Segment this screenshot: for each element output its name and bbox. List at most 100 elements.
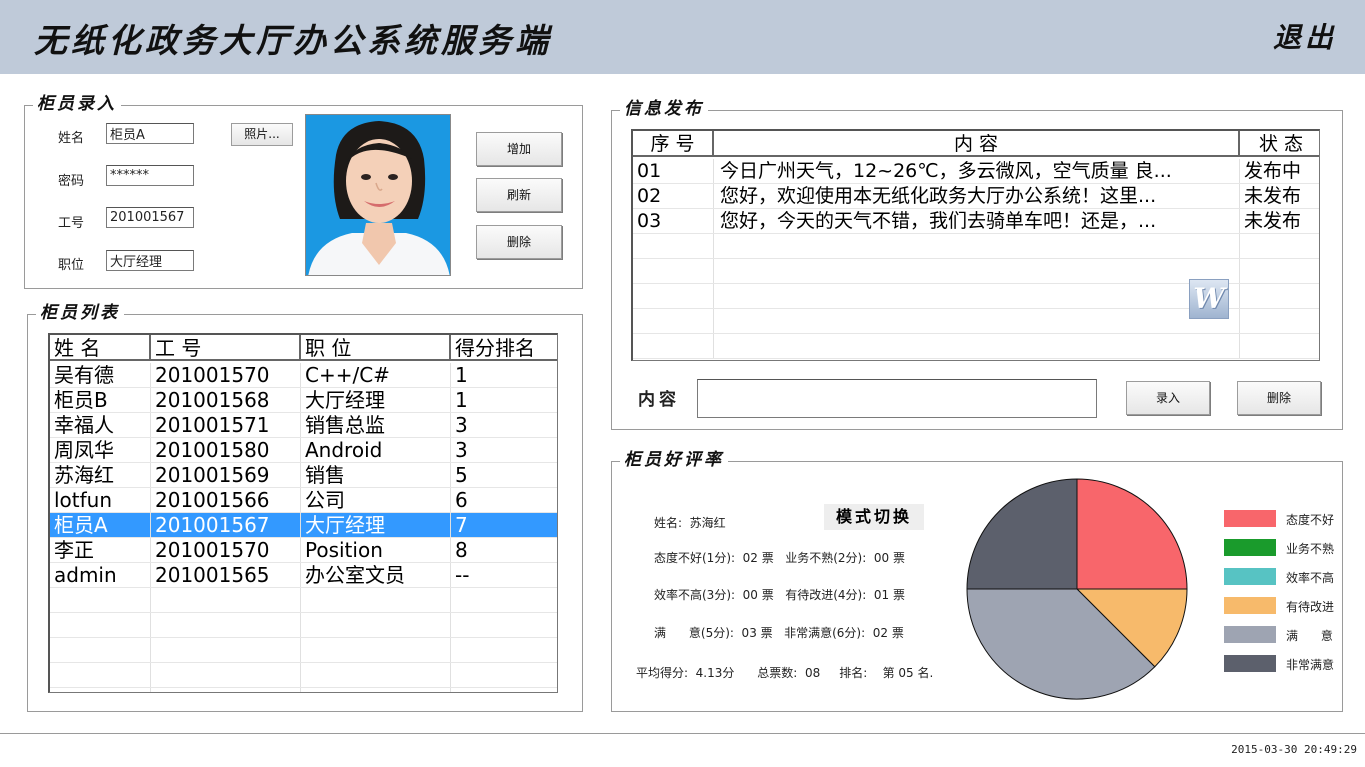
cell-name <box>50 638 151 662</box>
legend-item: 有待改进 <box>1224 597 1354 617</box>
cell-status: 未发布 <box>1240 209 1319 233</box>
refresh-button[interactable]: 刷新 <box>476 178 562 212</box>
cell-name: admin <box>50 563 151 587</box>
legend-swatch <box>1224 568 1276 585</box>
cell-status <box>1240 234 1319 258</box>
staff-entry-title: 柜员录入 <box>33 93 121 115</box>
cell-name: 幸福人 <box>50 413 151 437</box>
employee-id-field[interactable] <box>106 207 194 228</box>
cell-serial <box>633 259 714 283</box>
cell-employee-id <box>151 588 301 612</box>
cell-content <box>714 309 1240 333</box>
position-field[interactable] <box>106 250 194 271</box>
record-button[interactable]: 录入 <box>1126 381 1210 415</box>
cell-employee-id <box>151 613 301 637</box>
cell-employee-id: 201001570 <box>151 363 301 387</box>
cell-position: 大厅经理 <box>301 388 451 412</box>
column-header-employee-id[interactable]: 工 号 <box>151 335 301 359</box>
cell-content <box>714 334 1240 358</box>
table-row[interactable]: 02 您好，欢迎使用本无纸化政务大厅办公系统！这里... 未发布 <box>633 184 1319 209</box>
password-label: 密码 <box>58 174 85 189</box>
rating-line-3: 满 意(5分): 03 票 非常满意(6分): 02 票 <box>654 626 904 640</box>
delete-info-button[interactable]: 删除 <box>1237 381 1321 415</box>
table-row[interactable]: 03 您好，今天的天气不错，我们去骑单车吧！还是，... 未发布 <box>633 209 1319 234</box>
cell-name: 柜员B <box>50 388 151 412</box>
rating-pie-chart <box>966 478 1188 700</box>
legend-label: 业务不熟 <box>1286 542 1335 556</box>
cell-name: lotfun <box>50 488 151 512</box>
cell-serial: 01 <box>633 159 714 183</box>
word-document-icon[interactable]: W <box>1189 279 1229 319</box>
legend-label: 非常满意 <box>1286 658 1335 672</box>
staff-table-header: 姓 名 工 号 职 位 得分排名 <box>50 335 557 361</box>
table-row[interactable]: 苏海红 201001569 销售 5 <box>50 463 557 488</box>
table-row[interactable]: 李正 201001570 Position 8 <box>50 538 557 563</box>
cell-employee-id <box>151 663 301 687</box>
rating-title: 柜员好评率 <box>620 449 728 471</box>
table-row[interactable] <box>50 613 557 638</box>
table-row[interactable] <box>633 334 1319 359</box>
table-row[interactable]: 周凤华 201001580 Android 3 <box>50 438 557 463</box>
content-input[interactable] <box>697 379 1097 418</box>
legend-label: 满 意 <box>1286 629 1333 643</box>
legend-label: 有待改进 <box>1286 600 1335 614</box>
add-button[interactable]: 增加 <box>476 132 562 166</box>
content-label: 内容 <box>638 390 680 410</box>
table-row[interactable]: 01 今日广州天气，12~26℃，多云微风，空气质量 良... 发布中 <box>633 159 1319 184</box>
table-row[interactable] <box>50 638 557 663</box>
column-header-status[interactable]: 状 态 <box>1240 131 1319 155</box>
staff-table[interactable]: 姓 名 工 号 职 位 得分排名 吴有德 201001570 C++/C# 1 柜员B 2… <box>48 333 558 693</box>
legend-swatch <box>1224 626 1276 643</box>
delete-staff-button[interactable]: 删除 <box>476 225 562 259</box>
exit-button[interactable]: 退出 <box>1273 16 1337 56</box>
cell-employee-id: 201001565 <box>151 563 301 587</box>
cell-rank <box>451 638 557 662</box>
cell-rank: 5 <box>451 463 557 487</box>
column-header-serial[interactable]: 序 号 <box>633 131 714 155</box>
table-row[interactable] <box>50 663 557 688</box>
cell-employee-id: 201001580 <box>151 438 301 462</box>
cell-rank: 3 <box>451 438 557 462</box>
pie-slice <box>966 478 1078 590</box>
cell-position <box>301 613 451 637</box>
info-table-header: 序 号 内 容 状 态 <box>633 131 1319 157</box>
table-row[interactable]: 吴有德 201001570 C++/C# 1 <box>50 363 557 388</box>
column-header-name[interactable]: 姓 名 <box>50 335 151 359</box>
cell-position: 销售 <box>301 463 451 487</box>
table-row[interactable]: 柜员A 201001567 大厅经理 7 <box>50 513 557 538</box>
cell-position: Android <box>301 438 451 462</box>
table-row[interactable] <box>50 688 557 692</box>
mode-switch-button[interactable]: 模式切换 <box>824 504 924 530</box>
cell-status: 未发布 <box>1240 184 1319 208</box>
info-table[interactable]: 序 号 内 容 状 态 01 今日广州天气，12~26℃，多云微风，空气质量 良.… <box>631 129 1320 361</box>
cell-content <box>714 284 1240 308</box>
cell-rank: 7 <box>451 513 557 537</box>
cell-employee-id: 201001571 <box>151 413 301 437</box>
cell-position <box>301 638 451 662</box>
cell-employee-id <box>151 638 301 662</box>
photo-button[interactable]: 照片... <box>231 123 293 146</box>
cell-serial <box>633 284 714 308</box>
cell-rank: 8 <box>451 538 557 562</box>
column-header-position[interactable]: 职 位 <box>301 335 451 359</box>
password-field[interactable] <box>106 165 194 186</box>
table-row[interactable] <box>50 588 557 613</box>
staff-photo <box>305 114 451 276</box>
status-clock: 2015-03-30 20:49:29 <box>1231 743 1357 756</box>
column-header-rank[interactable]: 得分排名 <box>451 335 557 359</box>
legend-swatch <box>1224 510 1276 527</box>
table-row[interactable]: admin 201001565 办公室文员 -- <box>50 563 557 588</box>
cell-position: 大厅经理 <box>301 513 451 537</box>
table-row[interactable]: 柜员B 201001568 大厅经理 1 <box>50 388 557 413</box>
rating-summary: 平均得分: 4.13分 总票数: 08 排名: 第 05 名. <box>636 666 934 680</box>
table-row[interactable]: lotfun 201001566 公司 6 <box>50 488 557 513</box>
table-row[interactable] <box>633 234 1319 259</box>
cell-rank: 3 <box>451 413 557 437</box>
cell-position: Position <box>301 538 451 562</box>
table-row[interactable]: 幸福人 201001571 销售总监 3 <box>50 413 557 438</box>
cell-serial: 03 <box>633 209 714 233</box>
cell-name: 柜员A <box>50 513 151 537</box>
info-publish-panel: 信息发布 序 号 内 容 状 态 01 今日广州天气，12~26℃，多云微风，空气… <box>611 98 1343 430</box>
name-field[interactable] <box>106 123 194 144</box>
column-header-content[interactable]: 内 容 <box>714 131 1240 155</box>
